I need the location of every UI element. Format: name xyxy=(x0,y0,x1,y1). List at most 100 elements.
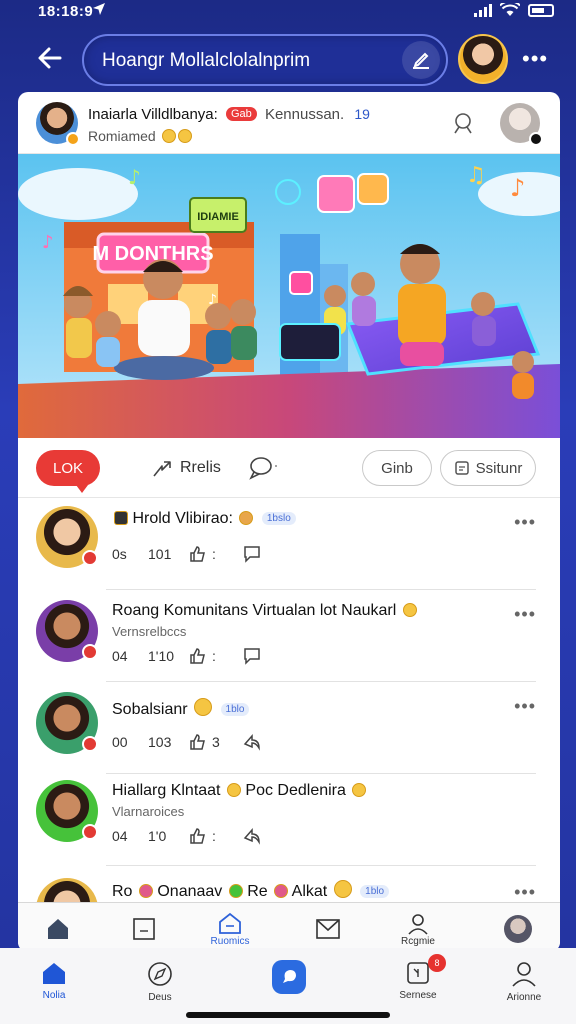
secondary-action-label: Ginb xyxy=(381,459,413,477)
post-badge: Gab xyxy=(225,107,257,121)
thumbs-up-icon[interactable] xyxy=(188,646,208,666)
nav-account[interactable]: Arionne xyxy=(484,960,564,1008)
tab-rooms-label: Ruomics xyxy=(210,935,250,947)
post-secondary-avatar[interactable] xyxy=(500,103,543,146)
nav-home[interactable]: Nolia xyxy=(14,960,94,1008)
comment-author-name[interactable]: Hrold Vlibirao: xyxy=(132,510,232,527)
inner-tab-bar: Ruomics Rcgmie xyxy=(18,902,560,952)
emoji-icon xyxy=(274,884,289,898)
post-hero-image[interactable]: M DONTHRS IDIAMIE ♪ ♫ ♪ ♪ ♪ xyxy=(18,154,560,438)
reply-bubble-icon[interactable] xyxy=(242,544,262,564)
comment-count-3: 3 xyxy=(212,734,220,750)
comment-avatar[interactable] xyxy=(36,780,98,842)
comment-author: Sobalsianr 1blo xyxy=(112,698,250,719)
reply-arrow-icon[interactable] xyxy=(242,732,262,752)
comment-count-1: 0s xyxy=(112,546,127,562)
comment-author-name-3[interactable]: Re xyxy=(247,883,267,900)
comment-more-icon[interactable]: ••• xyxy=(514,512,536,533)
avatar-mini-icon xyxy=(114,511,128,525)
battery-icon xyxy=(528,3,554,17)
emoji-icon xyxy=(333,880,352,898)
comment-count-2: 101 xyxy=(148,546,172,562)
comment-item[interactable]: Hiallarg Klntaat Poc Dedlenira Vlarnaroi… xyxy=(18,774,560,866)
tab-profile[interactable]: Rcgmie xyxy=(388,909,448,949)
reply-bubble-icon[interactable] xyxy=(242,646,262,666)
tab-messages[interactable] xyxy=(298,909,358,949)
comment-author-name-4[interactable]: Alkat xyxy=(292,883,328,900)
nav-account-label: Arionne xyxy=(506,992,542,1003)
like-button[interactable]: LOK xyxy=(36,450,100,493)
comment-author-name[interactable]: Hiallarg Klntaat xyxy=(112,782,221,799)
svg-text:♪: ♪ xyxy=(208,292,217,308)
community-illustration: M DONTHRS IDIAMIE ♪ ♫ ♪ ♪ ♪ xyxy=(18,154,560,438)
tab-rooms[interactable]: Ruomics xyxy=(200,909,260,949)
comment-item[interactable]: Roang Komunitans Virtualan lot Naukarl V… xyxy=(18,590,560,682)
search-bar[interactable]: Hoangr Mollalclolalnprim xyxy=(82,34,448,86)
user-avatar[interactable] xyxy=(458,34,508,84)
svg-text:♪: ♪ xyxy=(128,165,141,189)
comment-count-3: : xyxy=(212,828,216,844)
back-arrow-icon[interactable] xyxy=(32,40,68,76)
tab-home[interactable] xyxy=(28,909,88,949)
comment-avatar[interactable] xyxy=(36,600,98,662)
comment-item[interactable]: Sobalsianr 1blo 00 103 3 ••• xyxy=(18,682,560,774)
comment-subtitle: Vernsrelbccs xyxy=(112,624,187,639)
voice-search-button[interactable] xyxy=(402,41,440,79)
comment-stats: 00 103 3 xyxy=(112,732,266,752)
nav-home-label: Nolia xyxy=(42,990,66,1001)
tab-avatar[interactable] xyxy=(488,909,548,949)
comment-more-icon[interactable]: ••• xyxy=(514,882,536,903)
comment-item[interactable]: Ro Onanaav Re Alkat 1blo ••• xyxy=(18,866,560,906)
comment-author-name[interactable]: Roang Komunitans Virtualan lot Naukarl xyxy=(112,602,396,619)
nav-discover-label: Deus xyxy=(148,992,172,1003)
comment-author: Ro Onanaav Re Alkat 1blo xyxy=(112,880,390,901)
thumbs-up-icon[interactable] xyxy=(188,732,208,752)
home-icon xyxy=(48,919,68,939)
comment-more-icon[interactable]: ••• xyxy=(514,604,536,625)
emoji-icon xyxy=(138,884,153,898)
hero-sign-secondary: IDIAMIE xyxy=(197,211,239,223)
nav-services[interactable]: 8 Sernese xyxy=(378,954,458,1008)
post-header: Inaiarla Villdlbanya: Gab Kennussan. 19 … xyxy=(18,92,560,154)
comment-author-name[interactable]: Ro xyxy=(112,883,132,900)
post-card: Inaiarla Villdlbanya: Gab Kennussan. 19 … xyxy=(18,92,560,952)
emoji-icon xyxy=(352,783,367,797)
thumbs-up-icon[interactable] xyxy=(188,826,208,846)
comment-author-name[interactable]: Sobalsianr xyxy=(112,701,188,718)
tab-gallery[interactable] xyxy=(114,909,174,949)
image-icon xyxy=(133,918,155,940)
post-author-avatar[interactable] xyxy=(36,102,80,146)
comment-author-name-2[interactable]: Onanaav xyxy=(157,883,222,900)
share-button[interactable]: Rrelis xyxy=(150,452,221,484)
reply-arrow-icon[interactable] xyxy=(242,826,262,846)
location-pin-icon[interactable] xyxy=(450,110,476,136)
emoji-icon xyxy=(194,698,213,716)
secondary-action-button[interactable]: Ginb xyxy=(362,450,432,486)
comment-count-1: 04 xyxy=(112,828,128,844)
comment-subtitle: Vlarnaroices xyxy=(112,804,185,819)
comment-item[interactable]: Hrold Vlibirao: 1bslo 0s 101 : ••• xyxy=(18,498,560,590)
more-options-icon[interactable]: ••• xyxy=(522,46,548,72)
mail-icon xyxy=(316,919,340,939)
comment-avatar[interactable] xyxy=(36,692,98,754)
comment-list: Hrold Vlibirao: 1bslo 0s 101 : ••• Roang… xyxy=(18,498,560,906)
search-text: Hoangr Mollalclolalnprim xyxy=(102,50,311,71)
nav-create-button[interactable] xyxy=(272,960,306,994)
thumbs-up-icon[interactable] xyxy=(188,544,208,564)
status-bar: 18:18:9 xyxy=(0,0,576,24)
comment-more-icon[interactable]: ••• xyxy=(514,696,536,717)
services-badge: 8 xyxy=(428,954,446,972)
comment-tag: 1blo xyxy=(360,885,390,898)
comment-button[interactable] xyxy=(248,452,288,484)
comment-author-name-2[interactable]: Poc Dedlenira xyxy=(245,782,346,799)
home-icon xyxy=(43,963,65,984)
comment-avatar[interactable] xyxy=(36,506,98,568)
comment-stats: 04 1'0 : xyxy=(112,826,266,846)
save-button[interactable]: Ssitunr xyxy=(440,450,536,486)
nav-discover[interactable]: Deus xyxy=(120,960,200,1008)
post-group-name[interactable]: Kennussan. xyxy=(265,106,344,123)
emoji-icon xyxy=(402,603,417,617)
post-author-name[interactable]: Inaiarla Villdlbanya: xyxy=(88,106,218,123)
emoji-icon xyxy=(239,511,254,525)
svg-text:♪: ♪ xyxy=(510,174,525,202)
